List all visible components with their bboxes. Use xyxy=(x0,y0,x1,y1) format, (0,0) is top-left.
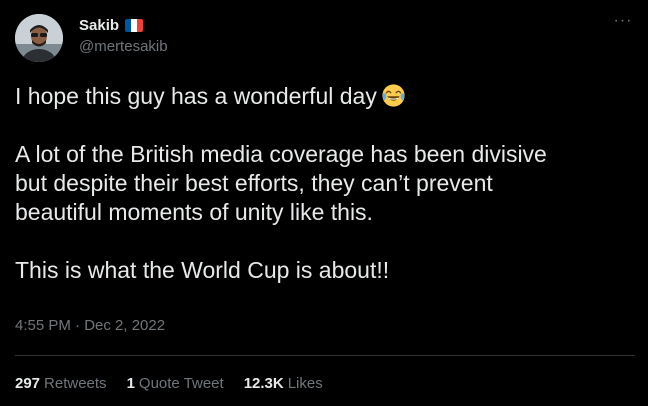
quote-tweets-count: 1 xyxy=(126,375,135,392)
user-handle[interactable]: @mertesakib xyxy=(79,38,168,55)
avatar[interactable] xyxy=(15,14,63,62)
tweet-timestamp[interactable]: 4:55 PM · Dec 2, 2022 xyxy=(15,317,165,334)
likes-label: Likes xyxy=(287,375,323,392)
avatar-image xyxy=(15,14,63,62)
tweet-line-1-text: I hope this guy has a wonderful day xyxy=(15,83,377,109)
tweet-card: Sakib @mertesakib ··· I hope this guy ha… xyxy=(0,0,648,406)
more-horizontal-icon[interactable]: ··· xyxy=(612,13,634,34)
tweet-paragraph-3: This is what the World Cup is about!! xyxy=(15,257,390,283)
author-name-row: Sakib xyxy=(79,14,144,36)
france-flag-icon xyxy=(125,18,144,32)
likes-count: 12.3K xyxy=(243,375,284,392)
retweets-count: 297 xyxy=(15,375,41,392)
display-name[interactable]: Sakib xyxy=(79,17,119,34)
tweet-paragraph-2: A lot of the British media coverage has … xyxy=(15,141,547,225)
tweet-text: I hope this guy has a wonderful day A lo… xyxy=(15,82,635,285)
tweet-stats: 297 Retweets 1 Quote Tweet 12.3K Likes xyxy=(15,375,323,392)
likes-stat[interactable]: 12.3K Likes xyxy=(244,375,323,392)
tweet-line-1: I hope this guy has a wonderful day xyxy=(15,82,635,111)
quote-tweets-stat[interactable]: 1 Quote Tweet xyxy=(127,375,224,392)
quote-tweets-label: Quote Tweet xyxy=(138,375,224,392)
retweets-stat[interactable]: 297 Retweets xyxy=(15,375,107,392)
retweets-label: Retweets xyxy=(44,375,107,392)
face-with-tears-of-joy-icon xyxy=(382,84,405,107)
divider xyxy=(15,355,635,356)
